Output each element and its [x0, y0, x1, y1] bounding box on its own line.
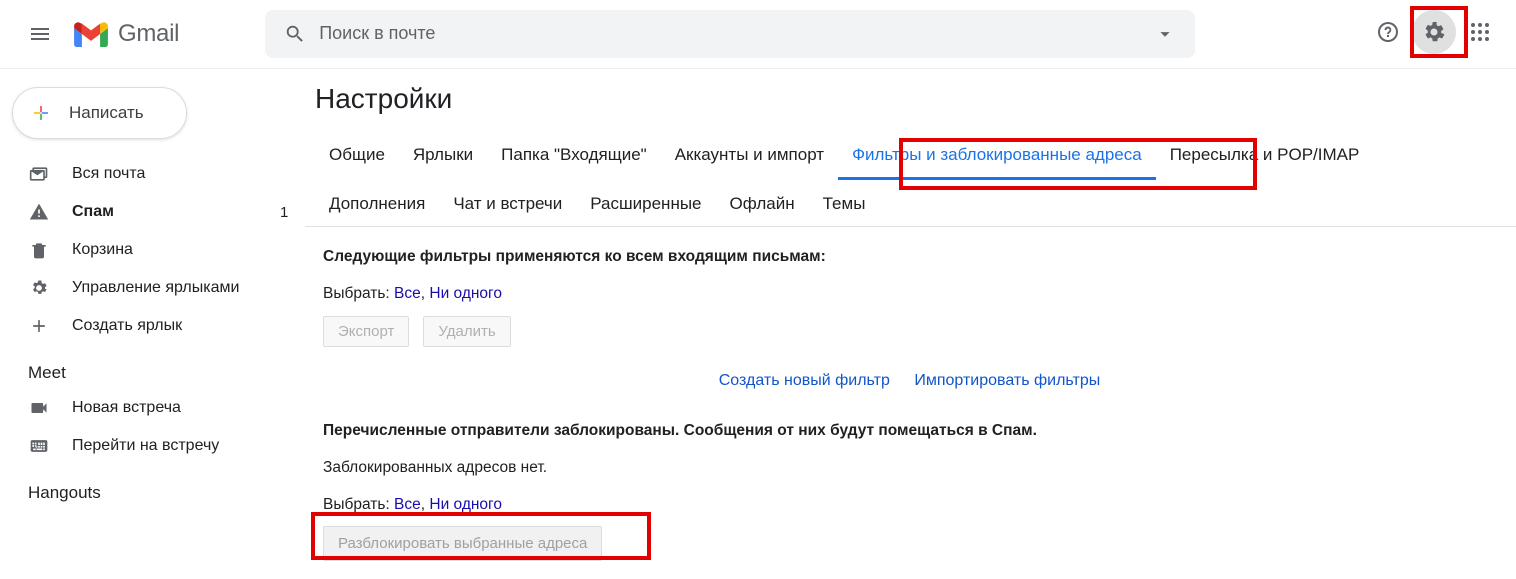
select-all-blocked-link[interactable]: Все: [394, 496, 421, 513]
settings-tab[interactable]: Темы: [809, 184, 880, 226]
sidebar-item-label: Спам: [72, 203, 114, 221]
search-input[interactable]: [317, 22, 1143, 45]
settings-tabs-row-1: ОбщиеЯрлыкиПапка "Входящие"Аккаунты и им…: [305, 135, 1516, 180]
sidebar-item-label: Вся почта: [72, 165, 145, 183]
blocked-heading: Перечисленные отправители заблокированы.…: [323, 419, 1496, 442]
gmail-logo-icon: [74, 21, 108, 47]
sidebar-item-spam[interactable]: Спам 1: [0, 193, 305, 231]
search-options-button[interactable]: [1143, 12, 1187, 56]
settings-tab[interactable]: Офлайн: [716, 184, 809, 226]
sidebar-item-count: 1: [280, 204, 288, 221]
plus-small-icon: [28, 316, 50, 336]
sidebar-item-new-meeting[interactable]: Новая встреча: [0, 389, 305, 427]
settings-tab[interactable]: Общие: [315, 135, 399, 180]
select-prefix: Выбрать:: [323, 496, 394, 513]
import-filters-link[interactable]: Импортировать фильтры: [914, 372, 1100, 389]
gear-small-icon: [28, 278, 50, 298]
meet-section-title: Meet: [0, 345, 305, 389]
hamburger-icon: [28, 22, 52, 46]
sidebar-item-label: Перейти на встречу: [72, 437, 219, 455]
sidebar-item-label: Корзина: [72, 241, 133, 259]
settings-tab[interactable]: Аккаунты и импорт: [661, 135, 838, 180]
sidebar-item-trash[interactable]: Корзина: [0, 231, 305, 269]
filters-select-line: Выбрать: Все, Ни одного: [323, 282, 1496, 305]
settings-tab[interactable]: Ярлыки: [399, 135, 487, 180]
export-button[interactable]: Экспорт: [323, 316, 409, 347]
sidebar-item-all-mail[interactable]: Вся почта: [0, 155, 305, 193]
search-button[interactable]: [273, 12, 317, 56]
trash-icon: [28, 240, 50, 260]
sidebar-item-manage-labels[interactable]: Управление ярлыками: [0, 269, 305, 307]
main-menu-button[interactable]: [16, 10, 64, 58]
settings-tab[interactable]: Фильтры и заблокированные адреса: [838, 135, 1156, 180]
google-apps-button[interactable]: [1458, 10, 1502, 54]
caret-down-icon: [1154, 23, 1176, 45]
gmail-logo-text: Gmail: [118, 20, 179, 48]
stacked-mail-icon: [28, 164, 50, 184]
sidebar: Написать Вся почта Спам 1 Корзина Управл…: [0, 69, 305, 579]
gmail-logo[interactable]: Gmail: [74, 20, 179, 48]
compose-label: Написать: [69, 103, 144, 123]
settings-tab[interactable]: Расширенные: [576, 184, 715, 226]
spam-icon: [28, 202, 50, 222]
search-icon: [284, 23, 306, 45]
blocked-select-line: Выбрать: Все, Ни одного: [323, 493, 1496, 516]
filters-heading: Следующие фильтры применяются ко всем вх…: [323, 245, 1496, 268]
keyboard-icon: [28, 436, 50, 456]
select-all-link[interactable]: Все: [394, 285, 421, 302]
settings-tabs-row-2: ДополненияЧат и встречиРасширенныеОфлайн…: [305, 184, 1516, 226]
settings-tab[interactable]: Папка "Входящие": [487, 135, 661, 180]
settings-tab[interactable]: Чат и встречи: [439, 184, 576, 226]
select-none-blocked-link[interactable]: Ни одного: [429, 496, 502, 513]
unblock-button[interactable]: Разблокировать выбранные адреса: [323, 526, 602, 561]
plus-icon: [27, 99, 55, 127]
video-icon: [28, 398, 50, 418]
sidebar-item-create-label[interactable]: Создать ярлык: [0, 307, 305, 345]
compose-button[interactable]: Написать: [12, 87, 187, 139]
hangouts-section-title: Hangouts: [0, 465, 305, 509]
select-none-link[interactable]: Ни одного: [429, 285, 502, 302]
help-icon: [1376, 20, 1400, 44]
sidebar-item-label: Создать ярлык: [72, 317, 182, 335]
settings-panel: Настройки ОбщиеЯрлыкиПапка "Входящие"Акк…: [305, 69, 1516, 579]
search-bar: [265, 10, 1195, 58]
blocked-status: Заблокированных адресов нет.: [323, 456, 1496, 479]
settings-tab[interactable]: Дополнения: [315, 184, 439, 226]
settings-title: Настройки: [305, 83, 1516, 115]
gear-icon: [1422, 20, 1446, 44]
apps-grid-icon: [1468, 20, 1492, 44]
support-button[interactable]: [1366, 10, 1410, 54]
settings-tab[interactable]: Пересылка и POP/IMAP: [1156, 135, 1374, 180]
sidebar-item-label: Управление ярлыками: [72, 279, 239, 297]
sidebar-item-label: Новая встреча: [72, 399, 181, 417]
delete-button[interactable]: Удалить: [423, 316, 510, 347]
sidebar-item-join-meeting[interactable]: Перейти на встречу: [0, 427, 305, 465]
settings-button[interactable]: [1412, 10, 1456, 54]
create-filter-link[interactable]: Создать новый фильтр: [719, 372, 890, 389]
select-prefix: Выбрать:: [323, 285, 394, 302]
